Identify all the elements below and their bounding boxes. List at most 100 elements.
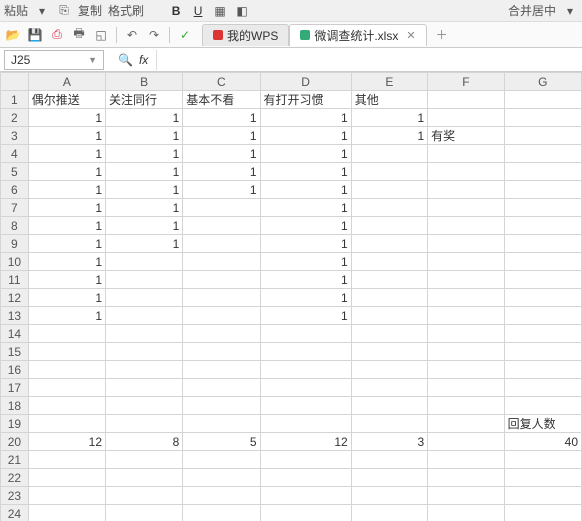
cell[interactable] [260, 487, 351, 505]
cell[interactable] [351, 145, 427, 163]
cell[interactable] [428, 505, 504, 521]
name-box[interactable]: J25 ▼ [4, 50, 104, 70]
cell[interactable] [28, 379, 105, 397]
col-header[interactable]: G [504, 73, 581, 91]
cell[interactable] [183, 397, 260, 415]
redo-icon[interactable]: ↷ [145, 26, 163, 44]
cell[interactable] [106, 487, 183, 505]
cell[interactable] [428, 217, 504, 235]
cell[interactable] [106, 397, 183, 415]
cell[interactable] [183, 289, 260, 307]
cell[interactable] [260, 379, 351, 397]
row-header[interactable]: 11 [1, 271, 29, 289]
cell[interactable] [504, 451, 581, 469]
cell[interactable] [260, 451, 351, 469]
row-header[interactable]: 23 [1, 487, 29, 505]
cell[interactable]: 有打开习惯 [260, 91, 351, 109]
cell[interactable] [106, 379, 183, 397]
cell[interactable]: 1 [28, 289, 105, 307]
format-brush-label[interactable]: 格式刷 [108, 2, 144, 19]
cell[interactable] [504, 289, 581, 307]
cell[interactable]: 1 [28, 253, 105, 271]
tab-file[interactable]: 微调查统计.xlsx ✕ [289, 24, 426, 46]
cell[interactable] [28, 505, 105, 521]
cell[interactable]: 1 [28, 217, 105, 235]
border-icon[interactable]: ▦ [212, 3, 228, 19]
cell[interactable] [106, 451, 183, 469]
cell[interactable] [428, 361, 504, 379]
cell[interactable]: 3 [351, 433, 427, 451]
cell[interactable]: 1 [106, 235, 183, 253]
cell[interactable] [260, 415, 351, 433]
cell[interactable]: 关注同行 [106, 91, 183, 109]
cell[interactable]: 1 [106, 127, 183, 145]
cell[interactable] [351, 253, 427, 271]
row-header[interactable]: 3 [1, 127, 29, 145]
print-icon[interactable]: 🖶 [70, 26, 88, 44]
cell[interactable] [504, 217, 581, 235]
cell[interactable] [28, 361, 105, 379]
cell[interactable] [106, 469, 183, 487]
cell[interactable] [504, 487, 581, 505]
cell[interactable]: 1 [260, 253, 351, 271]
row-header[interactable]: 9 [1, 235, 29, 253]
row-header[interactable]: 24 [1, 505, 29, 521]
cell[interactable] [106, 325, 183, 343]
cell[interactable] [183, 379, 260, 397]
fill-icon[interactable]: ◧ [234, 3, 250, 19]
cell[interactable] [504, 343, 581, 361]
cell[interactable]: 12 [260, 433, 351, 451]
cell[interactable] [28, 397, 105, 415]
cell[interactable] [428, 451, 504, 469]
cell[interactable] [183, 487, 260, 505]
bold-icon[interactable]: B [168, 3, 184, 19]
cell[interactable] [106, 253, 183, 271]
cell[interactable] [351, 307, 427, 325]
cell[interactable] [183, 307, 260, 325]
cell[interactable]: 1 [260, 235, 351, 253]
cell[interactable] [428, 307, 504, 325]
preview-icon[interactable]: ◱ [92, 26, 110, 44]
cell[interactable]: 1 [260, 127, 351, 145]
row-header[interactable]: 12 [1, 289, 29, 307]
copy-icon[interactable]: ⎘ [56, 3, 72, 19]
cell[interactable]: 1 [183, 109, 260, 127]
cell[interactable] [183, 505, 260, 521]
cell[interactable]: 1 [28, 127, 105, 145]
tab-add-icon[interactable]: ＋ [433, 26, 451, 44]
formula-input[interactable] [156, 50, 582, 70]
cell[interactable]: 1 [106, 217, 183, 235]
cell[interactable] [504, 163, 581, 181]
row-header[interactable]: 17 [1, 379, 29, 397]
cell[interactable] [428, 199, 504, 217]
cell[interactable] [504, 145, 581, 163]
cell[interactable] [351, 487, 427, 505]
cell[interactable]: 40 [504, 433, 581, 451]
row-header[interactable]: 19 [1, 415, 29, 433]
undo-icon[interactable]: ↶ [123, 26, 141, 44]
cell[interactable] [504, 469, 581, 487]
cell[interactable] [28, 415, 105, 433]
cell[interactable] [504, 181, 581, 199]
cell[interactable]: 回复人数 [504, 415, 581, 433]
cell[interactable] [351, 469, 427, 487]
cell[interactable]: 基本不看 [183, 91, 260, 109]
row-header[interactable]: 2 [1, 109, 29, 127]
cell[interactable]: 1 [28, 181, 105, 199]
cell[interactable]: 1 [183, 145, 260, 163]
cell[interactable]: 1 [28, 235, 105, 253]
cell[interactable] [351, 271, 427, 289]
cell[interactable] [260, 343, 351, 361]
cell[interactable]: 偶尔推送 [28, 91, 105, 109]
cell[interactable] [428, 289, 504, 307]
row-header[interactable]: 7 [1, 199, 29, 217]
tab-home[interactable]: 我的WPS [202, 24, 289, 46]
cell[interactable]: 1 [260, 289, 351, 307]
cell[interactable] [504, 91, 581, 109]
cell[interactable] [504, 271, 581, 289]
col-header[interactable]: E [351, 73, 427, 91]
col-header[interactable]: D [260, 73, 351, 91]
fx-icon[interactable]: fx [139, 53, 148, 67]
cell[interactable]: 1 [28, 199, 105, 217]
row-header[interactable]: 8 [1, 217, 29, 235]
